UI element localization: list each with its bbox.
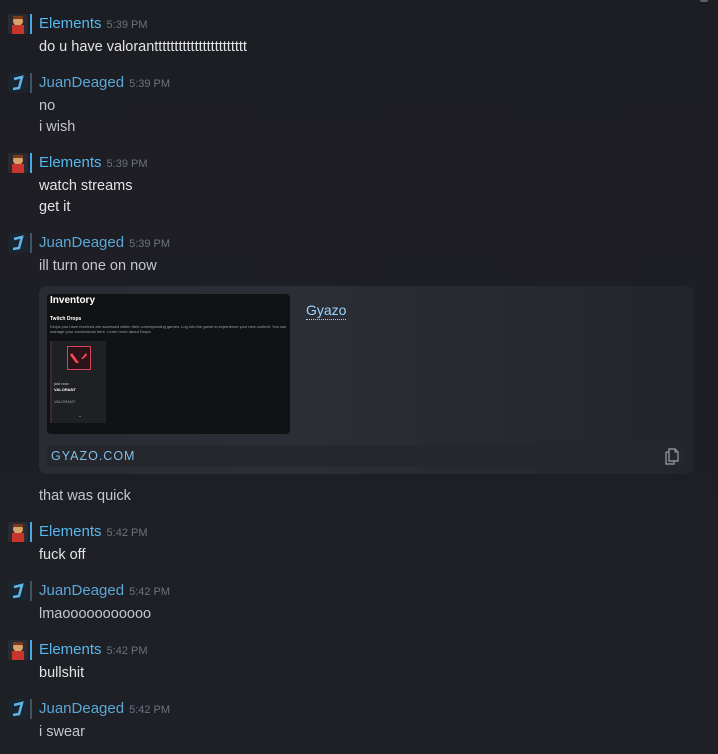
name-accent-bar xyxy=(30,581,32,601)
message-text: do u have valoranttttttttttttttttttttttt xyxy=(39,39,247,55)
message-text: ill turn one on now xyxy=(39,258,157,274)
timestamp: 5:39 PM xyxy=(106,158,148,170)
avatar[interactable] xyxy=(8,233,28,253)
embed-thumbnail[interactable]: Inventory Twitch Drops Drops you have re… xyxy=(47,294,290,434)
name-accent-bar xyxy=(30,640,32,660)
valorant-logo-icon xyxy=(67,346,91,370)
link-embed[interactable]: Inventory Twitch Drops Drops you have re… xyxy=(39,286,694,474)
name-accent-bar xyxy=(30,153,32,173)
avatar[interactable] xyxy=(8,522,28,542)
username[interactable]: JuanDeaged xyxy=(39,234,124,251)
elements-avatar-icon xyxy=(8,640,28,660)
message-header: JuanDeaged 5:39 PM xyxy=(39,234,170,252)
name-accent-bar xyxy=(30,14,32,34)
avatar[interactable] xyxy=(8,699,28,719)
timestamp: 5:42 PM xyxy=(129,586,171,598)
username[interactable]: JuanDeaged xyxy=(39,74,124,91)
name-accent-bar xyxy=(30,233,32,253)
message-text: i wish xyxy=(39,119,76,135)
message-text: lmaooooooooooo xyxy=(39,606,152,622)
message-header: Elements 5:42 PM xyxy=(39,641,148,659)
thumbnail-heading: Inventory xyxy=(50,295,96,306)
copy-icon[interactable] xyxy=(662,446,682,466)
avatar[interactable] xyxy=(8,640,28,660)
juandeaged-avatar-icon xyxy=(8,73,28,93)
message-text: that was quick xyxy=(39,488,131,504)
message-header: JuanDeaged 5:39 PM xyxy=(39,74,170,92)
thumbnail-drop-card: just now VALORANT VALORANT ⌄ xyxy=(50,341,106,423)
thumbnail-card-game: VALORANT xyxy=(54,387,76,392)
message-header: JuanDeaged 5:42 PM xyxy=(39,582,170,600)
thumbnail-card-time: just now xyxy=(54,381,69,386)
username[interactable]: Elements xyxy=(39,15,102,32)
chevron-down-icon: ⌄ xyxy=(78,413,83,419)
message-text: i swear xyxy=(39,724,85,740)
message-header: Elements 5:39 PM xyxy=(39,15,148,33)
avatar[interactable] xyxy=(8,73,28,93)
username[interactable]: JuanDeaged xyxy=(39,700,124,717)
juandeaged-avatar-icon xyxy=(8,699,28,719)
thumbnail-subheading: Twitch Drops xyxy=(50,316,82,322)
timestamp: 5:42 PM xyxy=(129,704,171,716)
timestamp: 5:39 PM xyxy=(129,238,171,250)
juandeaged-avatar-icon xyxy=(8,581,28,601)
message-text: no xyxy=(39,98,56,114)
message-header: Elements 5:39 PM xyxy=(39,154,148,172)
name-accent-bar xyxy=(30,699,32,719)
username[interactable]: Elements xyxy=(39,523,102,540)
avatar[interactable] xyxy=(8,153,28,173)
message-text: watch streams xyxy=(39,178,133,194)
message-header: JuanDeaged 5:42 PM xyxy=(39,700,170,718)
elements-avatar-icon xyxy=(8,153,28,173)
juandeaged-avatar-icon xyxy=(8,233,28,253)
embed-footer: GYAZO.COM xyxy=(47,445,686,467)
timestamp: 5:42 PM xyxy=(106,527,148,539)
message-text: bullshit xyxy=(39,665,85,681)
thumbnail-description: Drops you have received are accessed wit… xyxy=(50,324,287,334)
username[interactable]: JuanDeaged xyxy=(39,582,124,599)
name-accent-bar xyxy=(30,522,32,542)
add-reaction-icon[interactable] xyxy=(688,0,712,8)
avatar[interactable] xyxy=(8,14,28,34)
embed-domain-link[interactable]: GYAZO.COM xyxy=(51,448,135,464)
elements-avatar-icon xyxy=(8,522,28,542)
message-text: get it xyxy=(39,199,71,215)
elements-avatar-icon xyxy=(8,14,28,34)
message-text: fuck off xyxy=(39,547,86,563)
timestamp: 5:39 PM xyxy=(106,19,148,31)
name-accent-bar xyxy=(30,73,32,93)
chat-log: Elements 5:39 PM do u have valoranttttttt… xyxy=(0,0,718,754)
thumbnail-card-label: VALORANT xyxy=(54,399,76,404)
timestamp: 5:42 PM xyxy=(106,645,148,657)
embed-title-link[interactable]: Gyazo xyxy=(306,302,347,320)
timestamp: 5:39 PM xyxy=(129,78,171,90)
avatar[interactable] xyxy=(8,581,28,601)
username[interactable]: Elements xyxy=(39,154,102,171)
username[interactable]: Elements xyxy=(39,641,102,658)
message-header: Elements 5:42 PM xyxy=(39,523,148,541)
